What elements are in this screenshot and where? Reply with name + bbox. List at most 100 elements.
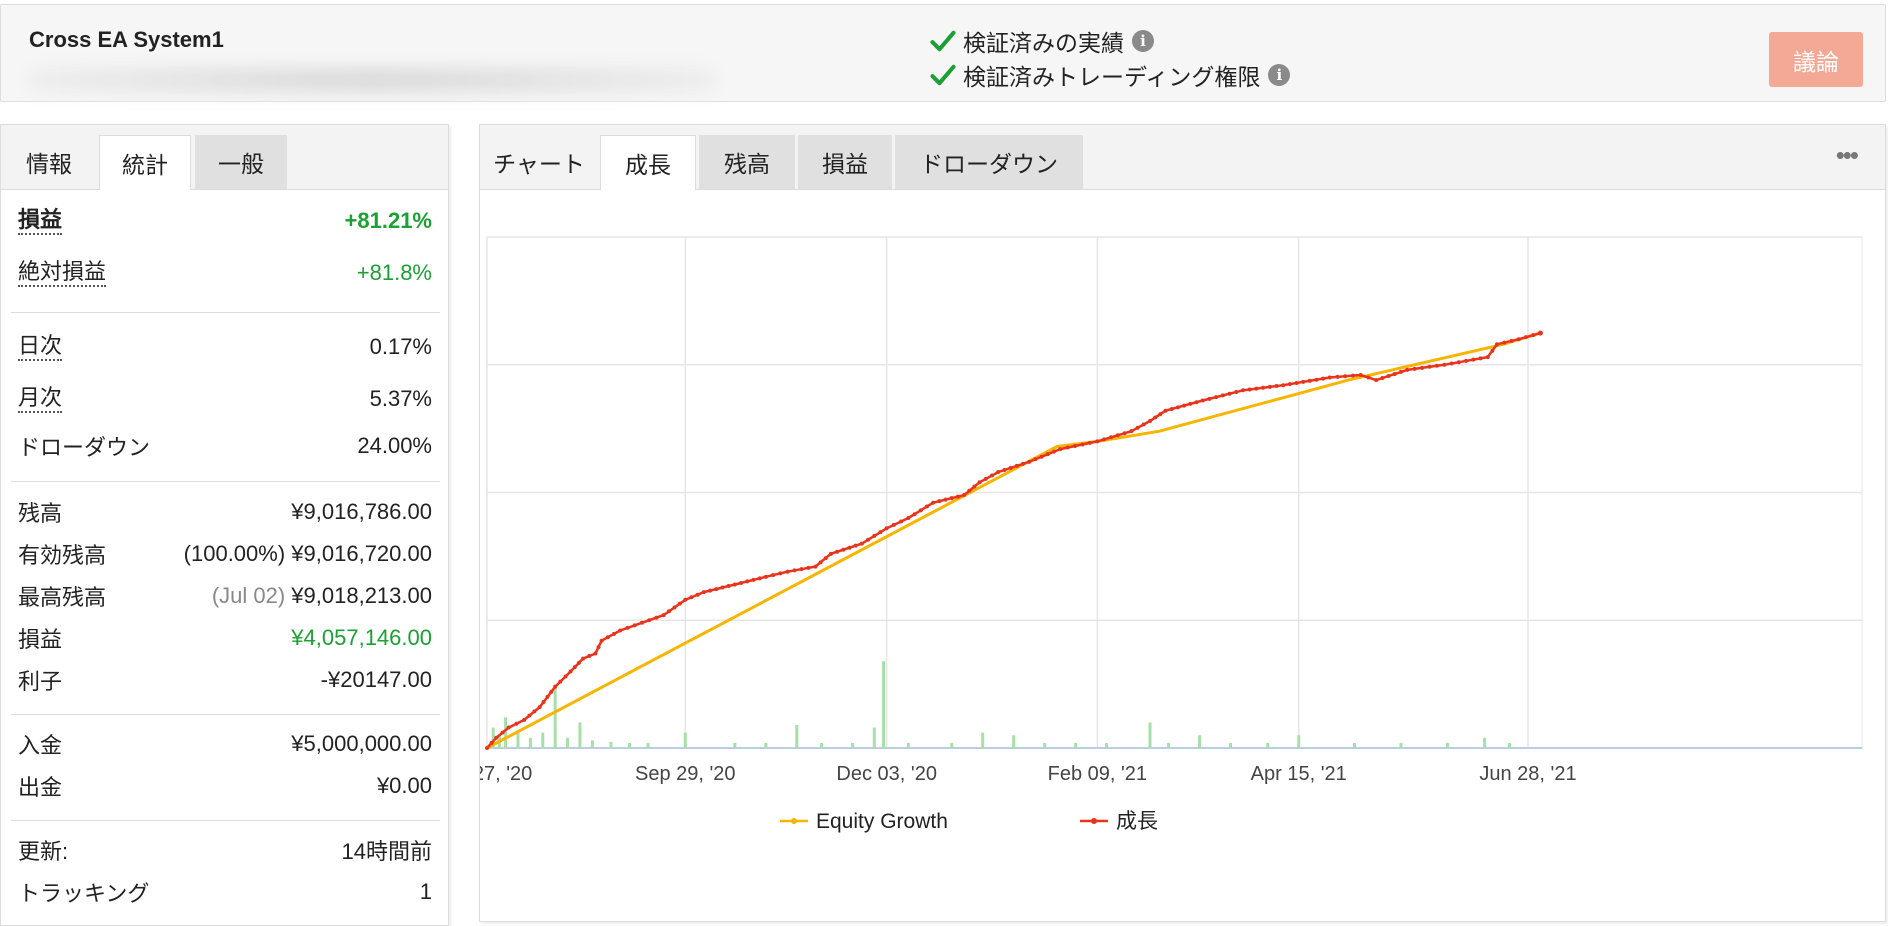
chart-panel: チャート 成長 残高 損益 ドローダウン ••• 0%25%50%75%100%…	[479, 124, 1886, 922]
tab-info[interactable]: 情報	[1, 135, 97, 189]
volume-bar	[1399, 742, 1403, 748]
growth-point	[726, 584, 731, 589]
growth-point	[990, 473, 995, 478]
stat-daily: 日次 0.17%	[18, 330, 432, 364]
growth-point	[1350, 373, 1355, 378]
growth-point	[1343, 374, 1348, 379]
stat-equity-pct: (100.00%)	[183, 541, 286, 566]
volume-bar	[683, 732, 687, 748]
growth-point	[1227, 391, 1232, 396]
tab-chart[interactable]: チャート	[480, 135, 598, 189]
growth-point	[1523, 335, 1528, 340]
growth-point	[1169, 407, 1174, 412]
growth-point	[1182, 403, 1187, 408]
x-tick-label: Dec 03, '20	[836, 763, 937, 785]
growth-point	[771, 573, 776, 578]
growth-point	[545, 694, 550, 699]
growth-point	[912, 512, 917, 517]
tab-general[interactable]: 一般	[195, 135, 287, 189]
growth-point	[514, 721, 519, 726]
growth-point	[720, 585, 725, 590]
growth-point	[537, 705, 542, 710]
growth-point	[1008, 465, 1013, 470]
growth-point	[527, 713, 532, 718]
growth-point	[763, 574, 768, 579]
check-icon	[930, 64, 956, 86]
stat-equity-value: (100.00%) ¥9,016,720.00	[184, 541, 432, 567]
stat-equity-amount: ¥9,016,720.00	[291, 541, 432, 566]
info-icon[interactable]: i	[1132, 30, 1154, 52]
stat-monthly-label[interactable]: 月次	[18, 385, 63, 413]
volume-bar	[1353, 742, 1356, 748]
stat-drawdown-label: ドローダウン	[18, 435, 151, 460]
growth-point	[924, 504, 929, 509]
stat-updated-label: 更新:	[18, 839, 69, 864]
growth-point	[1207, 396, 1212, 401]
growth-point	[1220, 393, 1225, 398]
volume-bar	[504, 717, 508, 748]
stat-monthly-value: 5.37%	[369, 386, 432, 411]
growth-point	[625, 625, 630, 630]
growth-point	[667, 609, 672, 614]
volume-bar	[628, 742, 632, 748]
growth-point	[1456, 360, 1461, 365]
growth-point	[1358, 372, 1363, 377]
growth-point	[1405, 367, 1410, 372]
volume-bar	[981, 732, 985, 748]
volume-bar	[882, 661, 886, 748]
growth-point	[1039, 454, 1044, 459]
tab-profit[interactable]: 損益	[798, 135, 892, 189]
stat-highest-amount: ¥9,018,213.00	[291, 583, 432, 608]
tab-balance[interactable]: 残高	[699, 135, 795, 189]
growth-point	[806, 565, 811, 570]
growth-point	[661, 613, 666, 618]
volume-bar	[1105, 742, 1109, 748]
stat-abs-gain-label[interactable]: 絶対損益	[18, 259, 107, 287]
more-options-icon[interactable]: •••	[1836, 142, 1859, 168]
growth-point	[1102, 437, 1107, 442]
discuss-button[interactable]: 議論	[1769, 32, 1863, 87]
volume-bar	[609, 741, 613, 748]
growth-point	[732, 582, 737, 587]
stat-drawdown: ドローダウン 24.00%	[18, 429, 432, 463]
check-icon	[930, 30, 956, 52]
growth-point	[792, 568, 797, 573]
growth-point	[1327, 375, 1332, 380]
stat-abs-gain: 絶対損益 +81.8%	[18, 256, 432, 290]
stat-deposits-label: 入金	[18, 733, 63, 758]
stat-daily-value: 0.17%	[369, 334, 432, 359]
divider	[11, 820, 440, 821]
growth-point	[1122, 431, 1127, 436]
stat-equity: 有効残高 (100.00%) ¥9,016,720.00	[18, 537, 432, 571]
growth-point	[1307, 378, 1312, 383]
volume-bar	[1483, 737, 1487, 748]
stat-withdrawals-value: ¥0.00	[376, 773, 432, 798]
tab-growth[interactable]: 成長	[600, 135, 696, 190]
stat-daily-label[interactable]: 日次	[18, 333, 63, 361]
volume-bar	[906, 742, 910, 748]
growth-point	[549, 689, 554, 694]
info-icon[interactable]: i	[1268, 64, 1291, 86]
growth-point	[1247, 387, 1252, 392]
growth-point	[1485, 355, 1490, 360]
growth-point	[813, 564, 818, 569]
growth-point	[778, 571, 783, 576]
stat-drawdown-value: 24.00%	[357, 433, 432, 458]
stat-gain-label[interactable]: 損益	[18, 207, 63, 235]
growth-point	[1254, 386, 1259, 391]
growth-point	[962, 493, 967, 498]
growth-point	[1163, 408, 1168, 413]
tab-drawdown[interactable]: ドローダウン	[895, 135, 1083, 189]
growth-point	[937, 499, 942, 504]
growth-point	[1087, 440, 1092, 445]
tab-stats[interactable]: 統計	[99, 135, 191, 190]
growth-point	[1188, 401, 1193, 406]
growth-point	[859, 541, 864, 546]
growth-point	[828, 551, 833, 556]
growth-point	[647, 618, 652, 623]
volume-bar	[1297, 735, 1301, 748]
growth-point	[1261, 385, 1266, 390]
stat-gain-value: +81.21%	[344, 208, 432, 233]
growth-point	[1200, 398, 1205, 403]
growth-chart: 0%25%50%75%100%Jul 27, '20Sep 29, '20Dec…	[480, 236, 1863, 833]
